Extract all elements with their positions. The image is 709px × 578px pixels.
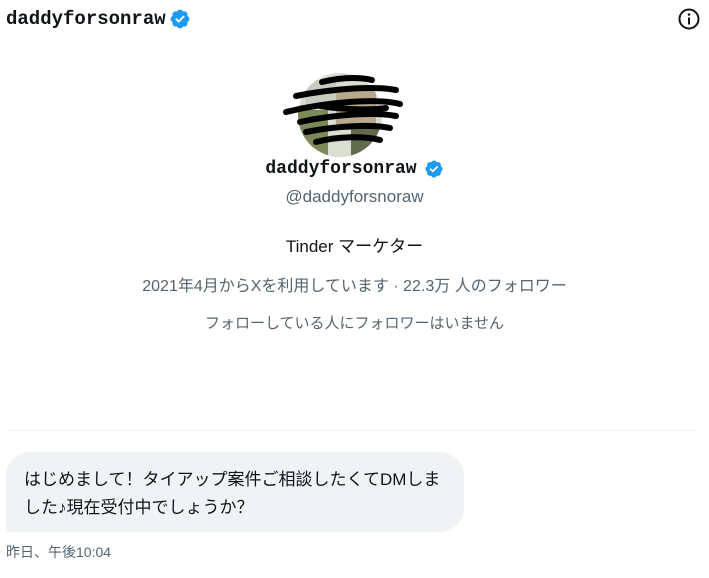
profile-name-text: daddyforsonraw [265, 159, 417, 179]
message-bubble[interactable]: はじめまして！タイアップ案件ご相談したくてDMしました♪現在受付中でしょうか？ [6, 452, 464, 532]
info-icon[interactable] [677, 7, 701, 31]
conversation-header-name[interactable]: daddyforsonraw [6, 8, 191, 30]
header-name-text: daddyforsonraw [6, 8, 166, 30]
verified-badge-icon [425, 160, 443, 178]
profile-bio: Tinder マーケター [285, 237, 424, 256]
mutual-followers-note: フォローしている人にフォロワーはいません [204, 315, 505, 332]
message-timestamp: 昨日、午後10:04 [6, 544, 112, 560]
verified-badge-icon [170, 9, 190, 29]
message-text: はじめまして！タイアップ案件ご相談したくてDMしました♪現在受付中でしょうか？ [24, 470, 441, 517]
profile-join-and-followers: 2021年4月からXを利用しています · 22.3万 人のフォロワー [142, 278, 567, 295]
profile-display-name[interactable]: daddyforsonraw [0, 159, 709, 179]
avatar[interactable] [276, 70, 410, 160]
divider [6, 430, 697, 431]
profile-handle[interactable]: @daddyforsnoraw [0, 187, 709, 207]
